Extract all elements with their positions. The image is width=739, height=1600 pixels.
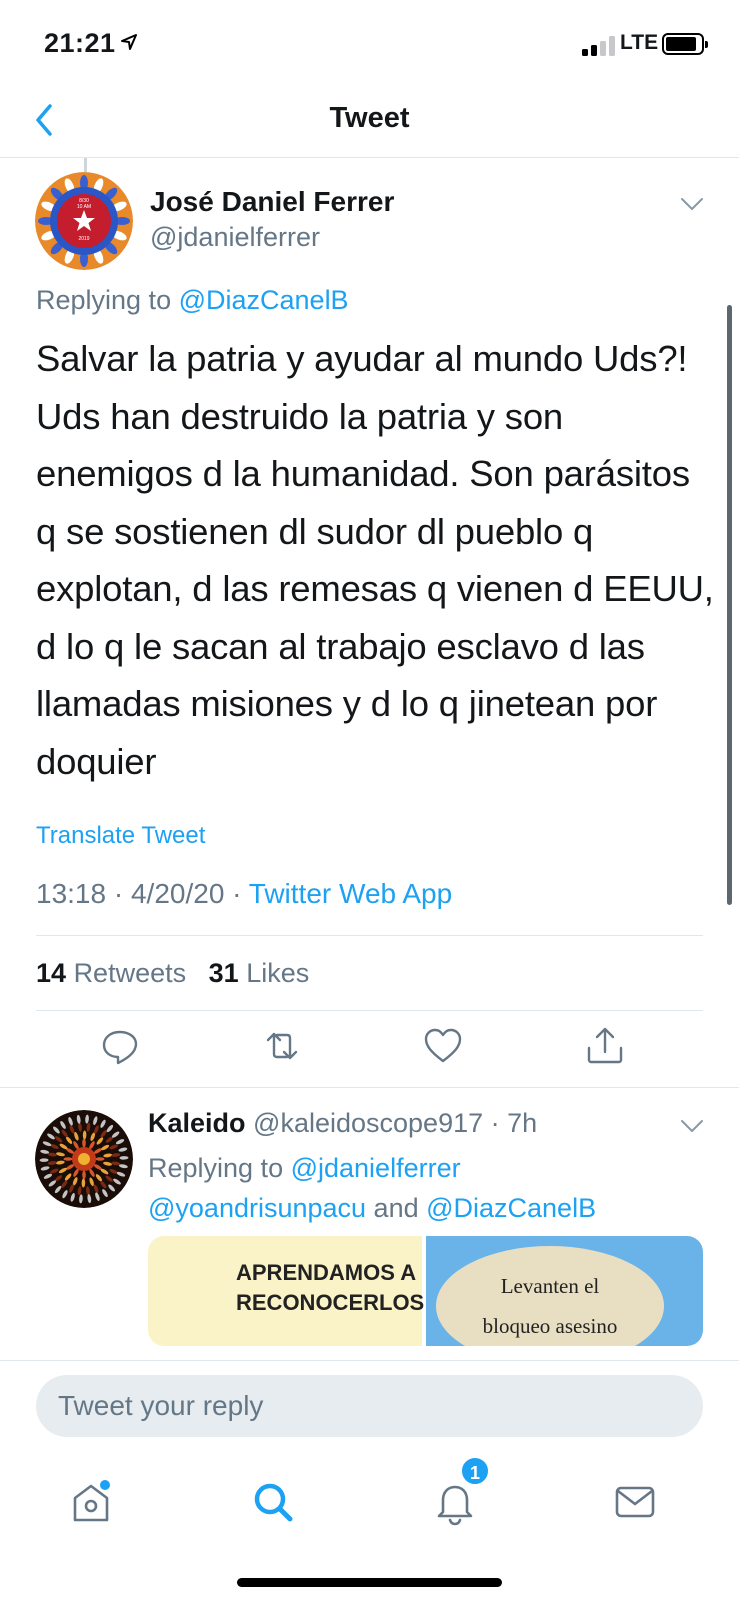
replying-and: and	[366, 1193, 427, 1223]
replying-prefix: Replying to	[36, 285, 179, 315]
reply-input[interactable]: Tweet your reply	[36, 1375, 703, 1437]
translate-tweet-link[interactable]: Translate Tweet	[36, 822, 205, 850]
replying-prefix: Replying to	[148, 1153, 291, 1183]
author-handle[interactable]: @jdanielferrer	[150, 222, 320, 253]
tweet-stats: 14 Retweets 31 Likes	[36, 958, 309, 989]
tweet-time: 13:18	[36, 878, 107, 909]
avatar[interactable]	[35, 1110, 133, 1208]
reply-header: Kaleido @kaleidoscope917 · 7h	[148, 1108, 537, 1139]
likes-count: 31	[208, 958, 239, 988]
reply-icon[interactable]	[98, 1024, 142, 1068]
media-left-line: RECONOCERLOS	[236, 1290, 425, 1315]
media-right-line: bloqueo asesino	[482, 1314, 618, 1338]
likes-label: Likes	[246, 958, 310, 988]
media-right-text: Levanten el bloqueo asesino	[436, 1266, 664, 1346]
media-image-right[interactable]: Levanten el bloqueo asesino	[426, 1236, 703, 1346]
reply-composer: Tweet your reply	[0, 1360, 739, 1460]
replying-to-link[interactable]: @yoandrisunpacu	[148, 1193, 366, 1223]
search-icon[interactable]	[243, 1472, 303, 1532]
avatar-text-time: 10 AM	[77, 204, 91, 210]
retweets-stat[interactable]: 14 Retweets	[36, 958, 186, 988]
mandala-petal	[82, 1170, 86, 1180]
status-time: 21:21	[44, 28, 116, 58]
reply-media[interactable]: APRENDAMOS A RECONOCERLOS Levanten el bl…	[148, 1236, 703, 1346]
page-title: Tweet	[329, 102, 410, 134]
tweet-actions	[0, 1024, 739, 1068]
media-left-text: APRENDAMOS A RECONOCERLOS	[236, 1258, 424, 1318]
tweet-source-link[interactable]: Twitter Web App	[249, 878, 452, 909]
battery-icon	[662, 33, 708, 55]
meta-separator: ·	[483, 1108, 508, 1138]
location-arrow-icon	[121, 34, 137, 50]
messages-mail-icon[interactable]	[605, 1472, 665, 1532]
share-icon[interactable]	[583, 1024, 627, 1068]
mandala-petal	[82, 1138, 86, 1148]
carrier-label: LTE	[620, 31, 659, 54]
reply-age: 7h	[507, 1108, 538, 1138]
chevron-down-icon[interactable]	[680, 1118, 704, 1134]
tweet-meta: 13:18 · 4/20/20 · Twitter Web App	[36, 878, 452, 910]
likes-stat[interactable]: 31 Likes	[209, 958, 310, 988]
media-image-left[interactable]: APRENDAMOS A RECONOCERLOS	[148, 1236, 424, 1346]
media-right-line: Levanten el	[500, 1274, 600, 1298]
thread-line	[84, 158, 87, 172]
mandala-petal	[63, 1157, 73, 1161]
retweets-count: 14	[36, 958, 67, 988]
tweet-date: 4/20/20	[130, 878, 225, 909]
reply-author-handle[interactable]: @kaleidoscope917	[253, 1108, 483, 1138]
avatar-seal-icon: 8/30 10 AM 2019	[35, 172, 133, 270]
home-unread-dot	[100, 1480, 110, 1490]
divider	[36, 1010, 703, 1011]
home-indicator	[237, 1578, 502, 1587]
divider	[36, 935, 703, 936]
notifications-badge: 1	[460, 1456, 490, 1486]
status-bar: 21:21 LTE	[0, 0, 739, 90]
mandala-avatar-icon	[35, 1110, 133, 1208]
meta-separator: ·	[113, 878, 131, 909]
chevron-down-icon[interactable]	[680, 196, 704, 212]
media-left-line: APRENDAMOS A	[236, 1260, 417, 1285]
author-name[interactable]: José Daniel Ferrer	[150, 186, 394, 218]
signal-icon	[582, 36, 618, 56]
replying-to: Replying to @jdanielferrer @yoandrisunpa…	[148, 1148, 708, 1228]
retweet-icon[interactable]	[260, 1024, 304, 1068]
avatar-text-year: 2019	[78, 236, 89, 242]
mandala-petal	[95, 1157, 105, 1161]
meta-separator: ·	[232, 878, 249, 909]
divider	[0, 1087, 739, 1088]
replying-to: Replying to @DiazCanelB	[36, 285, 349, 316]
replying-to-link[interactable]: @DiazCanelB	[179, 285, 349, 315]
tweet-text: Salvar la patria y ayudar al mundo Uds?!…	[36, 338, 714, 782]
retweets-label: Retweets	[73, 958, 187, 988]
like-heart-icon[interactable]	[421, 1024, 465, 1068]
replying-to-link[interactable]: @DiazCanelB	[426, 1193, 596, 1223]
media-oval: Levanten el bloqueo asesino	[436, 1246, 664, 1346]
avatar[interactable]: 8/30 10 AM 2019	[35, 172, 133, 270]
reply-author-name[interactable]: Kaleido	[148, 1108, 246, 1138]
replying-to-link[interactable]: @jdanielferrer	[291, 1153, 461, 1183]
scrollbar[interactable]	[727, 305, 732, 905]
nav-bar: Tweet	[0, 90, 739, 158]
home-icon[interactable]	[61, 1472, 121, 1532]
